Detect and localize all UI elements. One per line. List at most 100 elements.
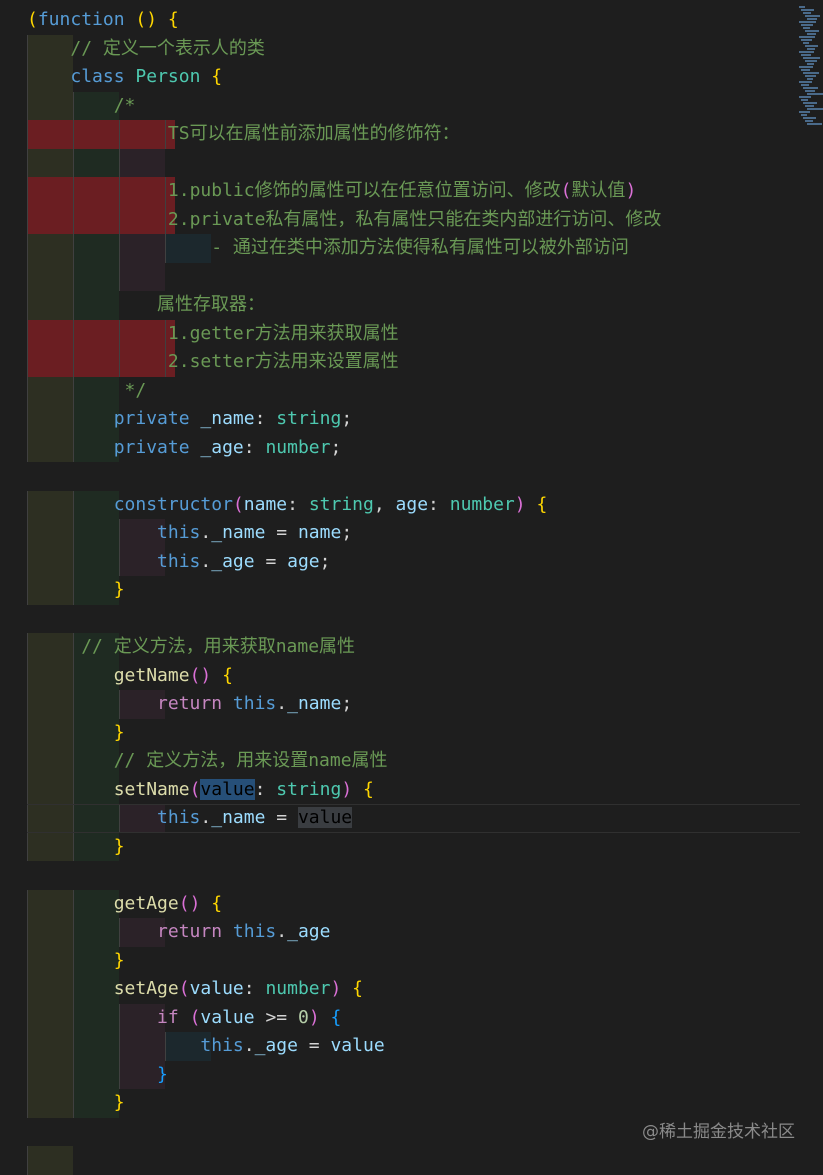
code-line[interactable]: if (value >= 0) { <box>0 1003 800 1033</box>
code-token: ; <box>330 436 342 458</box>
code-token: } <box>113 949 125 971</box>
code-line[interactable] <box>0 861 800 890</box>
minimap-line <box>807 48 815 50</box>
code-line[interactable] <box>0 148 800 177</box>
code-line[interactable]: return this._age <box>0 918 800 947</box>
code-line[interactable] <box>0 1146 800 1175</box>
code-line[interactable]: } <box>0 718 800 747</box>
code-line[interactable]: (function () { <box>0 6 800 35</box>
code-token: value <box>189 978 244 999</box>
code-line[interactable]: // 定义一个表示人的类 <box>0 34 800 64</box>
code-token: : <box>428 493 450 515</box>
minimap-line <box>805 15 820 17</box>
code-line[interactable]: // 定义方法，用来设置name属性 <box>0 747 800 776</box>
code-line[interactable]: private _name: string; <box>0 405 800 434</box>
code-token: ( <box>189 1006 201 1028</box>
code-line[interactable] <box>0 262 800 291</box>
code-token: : <box>254 778 277 800</box>
minimap-line <box>801 99 808 101</box>
minimap-line <box>805 45 818 47</box>
code-line[interactable]: - 通过在类中添加方法使得私有属性可以被外部访问 <box>0 234 800 263</box>
code-token: TS可以在属性前添加属性的修饰符： <box>167 123 460 144</box>
code-token: class <box>70 66 125 87</box>
minimap-line <box>807 123 822 125</box>
code-token: constructor <box>113 493 233 515</box>
code-line[interactable]: // 定义方法，用来获取name属性 <box>0 633 800 662</box>
code-token: . <box>276 693 288 714</box>
indent-guide <box>119 148 120 177</box>
minimap-line <box>805 90 815 92</box>
code-line[interactable]: TS可以在属性前添加属性的修饰符： <box>0 120 800 149</box>
code-text: constructor(name: string, age: number) { <box>27 491 548 520</box>
code-line[interactable]: this._name = name; <box>0 519 800 548</box>
code-line[interactable]: this._age = value <box>0 1032 800 1061</box>
code-line[interactable]: 2.private私有属性，私有属性只能在类内部进行访问、修改 <box>0 205 800 234</box>
code-token: getAge <box>113 892 179 914</box>
code-line[interactable]: } <box>0 1060 800 1089</box>
code-line[interactable]: 1.getter方法用来获取属性 <box>0 319 800 349</box>
code-line[interactable]: } <box>0 832 800 861</box>
code-text: if (value >= 0) { <box>27 1004 341 1033</box>
code-text: getName() { <box>27 662 233 691</box>
minimap-line <box>799 111 810 113</box>
code-line[interactable]: this._age = age; <box>0 547 800 576</box>
code-line[interactable]: return this._name; <box>0 690 800 719</box>
code-line[interactable]: } <box>0 946 800 975</box>
code-token: ( <box>27 9 38 30</box>
code-line[interactable]: 2.setter方法用来设置属性 <box>0 348 800 377</box>
code-token: ; <box>341 522 353 543</box>
code-token: // 定义方法，用来设置name属性 <box>113 750 388 771</box>
code-token: : <box>287 493 309 515</box>
code-editor[interactable]: (function () { // 定义一个表示人的类 class Person… <box>0 0 823 1175</box>
code-token: 2.setter方法用来设置属性 <box>167 351 399 372</box>
code-token: value <box>200 1006 255 1028</box>
indent-rainbow-band <box>27 1146 73 1175</box>
code-line[interactable] <box>0 605 800 634</box>
code-line[interactable]: setAge(value: number) { <box>0 975 800 1004</box>
code-token: } <box>113 579 125 600</box>
code-token: : <box>243 978 266 999</box>
code-line[interactable]: class Person { <box>0 63 800 92</box>
code-token: // 定义方法，用来获取name属性 <box>81 636 356 657</box>
minimap-line <box>803 57 820 59</box>
code-line[interactable]: } <box>0 576 800 605</box>
code-line[interactable] <box>0 462 800 491</box>
minimap-line <box>807 108 823 110</box>
code-text: 1.getter方法用来获取属性 <box>27 320 399 349</box>
code-line[interactable]: */ <box>0 376 800 405</box>
code-line[interactable]: 1.public修饰的属性可以在任意位置访问、修改(默认值) <box>0 177 800 206</box>
code-text: // 定义一个表示人的类 <box>27 35 265 64</box>
code-token: 属性存取器： <box>157 294 266 315</box>
code-token: = <box>254 550 288 572</box>
code-token: () <box>189 664 212 686</box>
code-line[interactable]: constructor(name: string, age: number) { <box>0 490 800 520</box>
minimap-line <box>801 84 809 86</box>
code-token: private <box>113 436 190 458</box>
code-line[interactable]: } <box>0 1089 800 1118</box>
code-token: string <box>276 778 342 800</box>
code-token: } <box>113 1092 125 1113</box>
code-line[interactable]: setName(value: string) { <box>0 775 800 804</box>
code-line[interactable]: getName() { <box>0 661 800 691</box>
code-token: _name <box>211 807 266 828</box>
minimap[interactable] <box>799 0 823 130</box>
code-token: { <box>211 892 223 914</box>
code-line[interactable]: /* <box>0 91 800 120</box>
code-line[interactable]: private _age: number; <box>0 433 800 462</box>
code-line[interactable]: 属性存取器： <box>0 291 800 320</box>
code-line[interactable]: this._name = value <box>0 804 800 833</box>
indent-rainbow-band <box>73 262 119 291</box>
code-line[interactable]: getAge() { <box>0 889 800 918</box>
code-token: string <box>308 493 374 515</box>
